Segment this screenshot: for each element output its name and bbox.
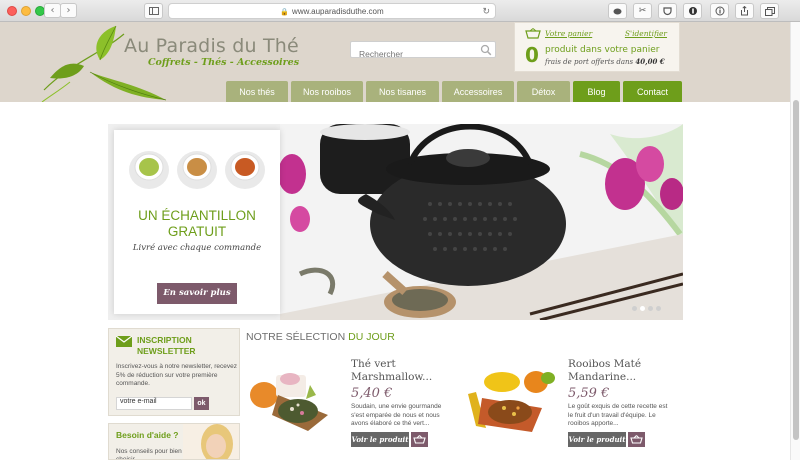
product-name-line2: Mandarine... [568, 371, 637, 383]
nav-item-detox[interactable]: Détox [517, 81, 570, 103]
basket-icon [630, 435, 643, 444]
close-window-button[interactable] [7, 6, 17, 16]
pocket-icon [663, 7, 672, 16]
search-box [350, 41, 496, 62]
minimize-window-button[interactable] [21, 6, 31, 16]
shipping-amount: 40,00 € [635, 57, 665, 66]
teapot-banner-image[interactable] [280, 124, 683, 320]
product-name-line1: Thé vert [351, 358, 396, 370]
share-button[interactable] [735, 3, 754, 19]
promo-subtitle: Livré avec chaque commande [132, 243, 262, 253]
key-icon [688, 7, 697, 15]
promo-title-line1: UN ÉCHANTILLON [138, 208, 256, 223]
shield-icon [613, 8, 622, 15]
support-person-image [183, 424, 239, 459]
selection-title-part2: DU JOUR [348, 331, 395, 343]
promo-title-line2: GRATUIT [167, 224, 227, 239]
sidebar-icon [148, 7, 159, 15]
chevron-right-icon: › [66, 5, 71, 16]
cart-count-text: produit dans votre panier [545, 45, 660, 55]
basket-icon [525, 28, 541, 39]
product-image-rooibos-mate[interactable] [462, 368, 558, 434]
search-input[interactable] [351, 46, 471, 62]
product-image-the-vert[interactable] [248, 365, 334, 433]
daily-selection-heading: NOTRE SÉLECTION DU JOUR [246, 331, 395, 343]
help-description: Nos conseils pour bien choisir [116, 448, 182, 460]
share-icon [741, 5, 748, 16]
nav-item-nos-tisanes[interactable]: Nos tisanes [366, 81, 439, 103]
carousel-dot[interactable] [632, 306, 637, 311]
envelope-icon [116, 336, 132, 347]
address-bar[interactable]: 🔒 www.auparadisduthe.com ↻ [168, 3, 496, 19]
newsletter-box: INSCRIPTION NEWSLETTER Inscrivez-vous à … [108, 328, 240, 416]
newsletter-description: Inscrivez-vous à notre newsletter, recev… [116, 363, 238, 387]
product-name-rooibos-mate[interactable]: Rooibos Maté Mandarine... [568, 358, 641, 384]
basket-icon [413, 435, 426, 444]
carousel-dot-active[interactable] [640, 306, 645, 311]
help-title: Besoin d'aide ? [116, 430, 179, 440]
nav-item-accessoires[interactable]: Accessoires [442, 81, 514, 103]
scissors-icon: ✂ [638, 6, 647, 16]
promo-title: UN ÉCHANTILLON GRATUIT [114, 208, 280, 240]
product-name-the-vert[interactable]: Thé vert Marshmallow... [351, 358, 432, 384]
cart-link[interactable]: Votre panier [545, 29, 592, 38]
site-logo-title[interactable]: Au Paradis du Thé [124, 35, 299, 57]
newsletter-title-line1: INSCRIPTION [137, 335, 192, 345]
sidebar-toggle-button[interactable] [144, 3, 163, 19]
nav-item-contact[interactable]: Contact [623, 81, 682, 103]
nav-item-nos-thes[interactable]: Nos thés [226, 81, 288, 103]
carousel-indicators [632, 296, 664, 315]
selection-title-part1: NOTRE SÉLECTION [246, 331, 346, 343]
chevron-left-icon: ‹ [50, 5, 55, 16]
header-divider [0, 102, 790, 104]
product-price: 5,40 € [351, 386, 393, 401]
product-description: Le goût exquis de cette recette est le f… [568, 403, 668, 427]
newsletter-title-line2: NEWSLETTER [137, 346, 196, 356]
scissors-extension-button[interactable]: ✂ [633, 3, 652, 19]
back-button[interactable]: ‹ [44, 3, 61, 18]
carousel-dot[interactable] [656, 306, 661, 311]
cart-widget: Votre panier S'identifier 0 produit dans… [514, 22, 680, 72]
pocket-extension-button[interactable] [658, 3, 677, 19]
info-icon [715, 6, 724, 16]
product-name-line1: Rooibos Maté [568, 358, 642, 370]
carousel-dot[interactable] [648, 306, 653, 311]
info-extension-button[interactable] [710, 3, 729, 19]
address-url: www.auparadisduthe.com [292, 7, 384, 16]
search-icon[interactable] [480, 44, 492, 56]
site-tagline: Coffrets - Thés - Accessoires [148, 57, 300, 68]
reload-icon[interactable]: ↻ [482, 4, 490, 19]
shipping-info: frais de port offerts dans 40,00 € [545, 57, 665, 66]
shield-extension-button[interactable] [608, 3, 627, 19]
cart-count: 0 [525, 43, 539, 67]
newsletter-submit-button[interactable]: ok [194, 397, 209, 410]
tea-cups-illustration [129, 151, 265, 189]
tabs-icon [764, 7, 775, 16]
view-product-button[interactable]: Voir le produit [568, 432, 626, 447]
add-to-cart-button[interactable] [411, 432, 428, 447]
promo-banner: UN ÉCHANTILLON GRATUIT Livré avec chaque… [108, 124, 683, 320]
vertical-scrollbar[interactable] [790, 22, 800, 460]
learn-more-button[interactable]: En savoir plus [157, 283, 237, 304]
login-link[interactable]: S'identifier [625, 29, 667, 38]
product-name-line2: Marshmallow... [351, 371, 433, 383]
scrollbar-thumb[interactable] [793, 100, 799, 440]
product-price: 5,59 € [568, 386, 610, 401]
shipping-prefix: frais de port offerts dans [545, 58, 634, 66]
lock-icon: 🔒 [280, 9, 290, 16]
view-product-button[interactable]: Voir le produit [351, 432, 409, 447]
email-field[interactable]: votre e-mail [116, 397, 192, 410]
add-to-cart-button[interactable] [628, 432, 645, 447]
newsletter-title: INSCRIPTION NEWSLETTER [137, 335, 196, 357]
nav-item-blog[interactable]: Blog [573, 81, 620, 103]
password-extension-button[interactable] [683, 3, 702, 19]
promo-card: UN ÉCHANTILLON GRATUIT Livré avec chaque… [114, 130, 280, 314]
tabs-overview-button[interactable] [760, 3, 779, 19]
nav-item-nos-rooibos[interactable]: Nos rooibos [291, 81, 363, 103]
forward-button[interactable]: › [60, 3, 77, 18]
product-description: Soudain, une envie gourmande s'est empar… [351, 403, 442, 427]
browser-toolbar: ‹ › 🔒 www.auparadisduthe.com ↻ ✂ [0, 0, 800, 22]
help-box[interactable]: Besoin d'aide ? Nos conseils pour bien c… [108, 423, 240, 460]
